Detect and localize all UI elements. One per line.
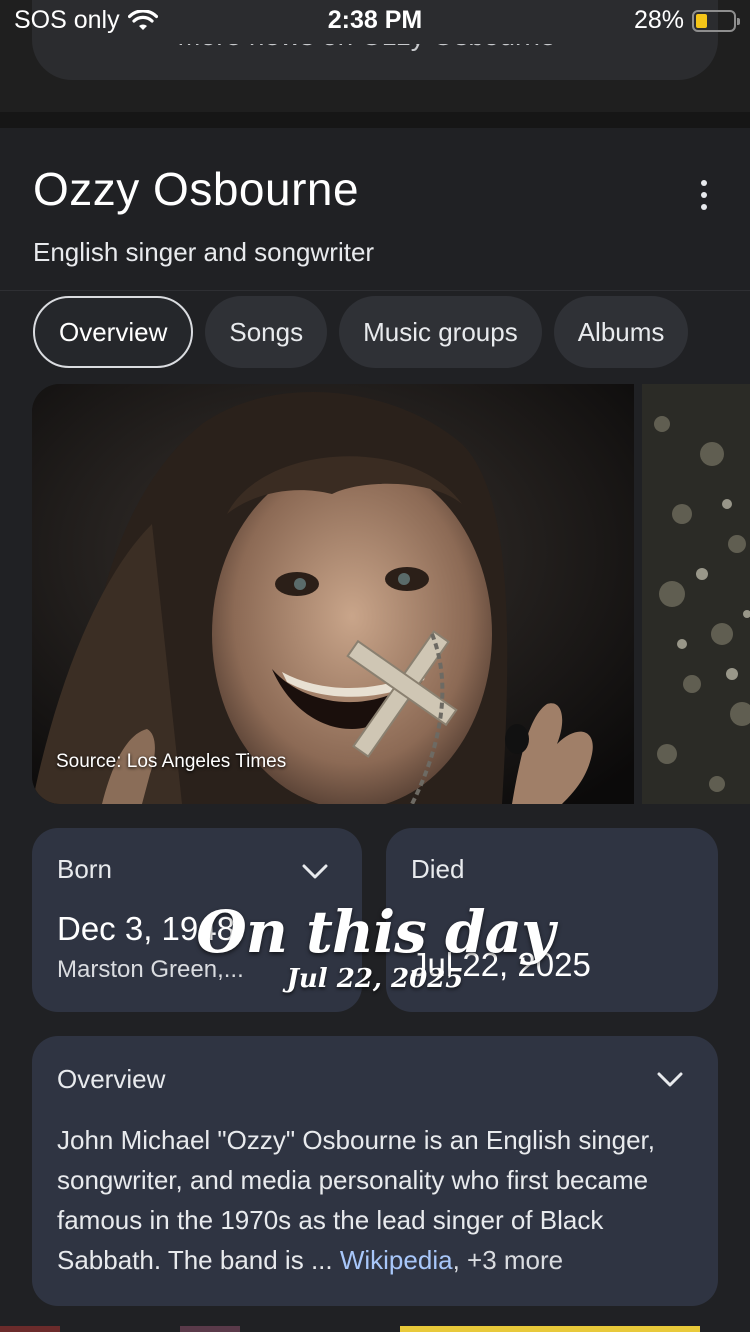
entity-subtitle: English singer and songwriter — [33, 237, 375, 267]
overview-text: John Michael "Ozzy" Osbourne is an Engli… — [57, 1120, 702, 1280]
overview-ellipsis: ... — [303, 1245, 340, 1275]
status-right: 28% — [633, 6, 740, 35]
photo-source-caption: Source: Los Angeles Times — [56, 751, 287, 772]
entity-photo-secondary[interactable] — [642, 384, 750, 804]
chevron-down-icon[interactable] — [657, 1072, 683, 1088]
textured-image — [642, 384, 750, 804]
portrait-image — [32, 384, 634, 804]
dot — [701, 192, 707, 198]
section-separator — [0, 112, 750, 128]
born-card[interactable]: Born Dec 3, 1948 Marston Green,... — [32, 828, 362, 1012]
battery-percent: 28% — [633, 6, 684, 34]
entity-tabs: Overview Songs Music groups Albums — [33, 296, 689, 368]
died-label: Died — [411, 854, 465, 884]
more-sources-link[interactable]: , +3 more — [453, 1245, 564, 1275]
battery-tip — [737, 17, 740, 25]
tab-albums[interactable]: Albums — [553, 296, 689, 368]
overview-title: Overview — [57, 1064, 166, 1094]
born-place: Marston Green,... — [57, 956, 244, 983]
dot — [701, 180, 707, 186]
battery-level — [696, 13, 708, 28]
divider — [0, 290, 750, 291]
born-date: Dec 3, 1948 — [57, 910, 235, 947]
died-card[interactable]: Died Jul 22, 2025 — [386, 828, 718, 1012]
battery-icon — [692, 9, 740, 32]
tab-overview[interactable]: Overview — [33, 296, 194, 368]
status-bar: SOS only 2:38 PM 28% — [0, 0, 750, 40]
chevron-down-icon[interactable] — [302, 864, 328, 880]
born-label: Born — [57, 854, 112, 884]
tab-songs[interactable]: Songs — [205, 296, 328, 368]
died-date: Jul 22, 2025 — [411, 946, 591, 983]
more-options-icon[interactable] — [692, 180, 716, 210]
tab-music-groups[interactable]: Music groups — [339, 296, 542, 368]
wikipedia-link[interactable]: Wikipedia — [340, 1245, 453, 1275]
overview-card[interactable]: Overview John Michael "Ozzy" Osbourne is… — [32, 1036, 718, 1306]
entity-photo[interactable]: Source: Los Angeles Times — [32, 384, 634, 804]
dot — [701, 204, 707, 210]
next-section-peek — [0, 1326, 750, 1332]
entity-title: Ozzy Osbourne — [33, 163, 360, 215]
